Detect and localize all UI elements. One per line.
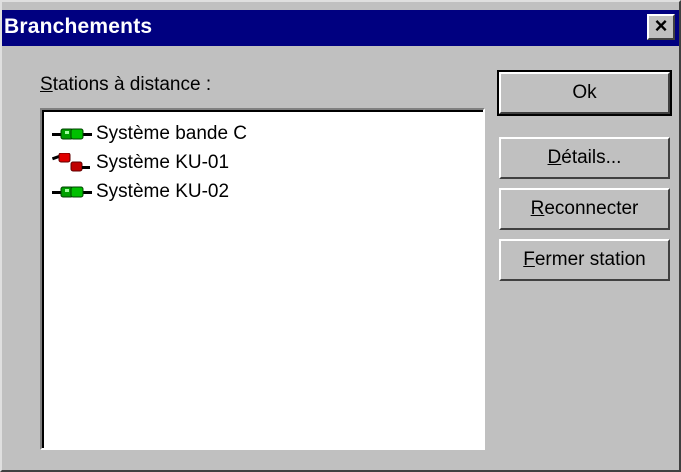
stations-list-label: Stations à distance :	[40, 74, 211, 96]
close-icon: ×	[654, 13, 668, 38]
label-mnemonic: S	[40, 74, 53, 95]
ok-button[interactable]: Ok	[497, 70, 672, 116]
details-button[interactable]: Détails...	[499, 137, 670, 179]
title-bar[interactable]: Branchements ×	[2, 10, 679, 46]
disconnected-plug-icon	[52, 153, 90, 172]
list-item[interactable]: Système KU-02	[52, 178, 432, 206]
close-station-mnemonic: F	[523, 249, 535, 270]
item-label: Système bande C	[96, 123, 248, 144]
close-station-button[interactable]: Fermer station	[499, 239, 670, 281]
window-title: Branchements	[4, 15, 153, 38]
list-item[interactable]: Système bande C	[52, 120, 432, 148]
label-rest: tations à distance :	[52, 74, 212, 95]
item-label: Système KU-01	[96, 152, 230, 173]
reconnect-rest: econnecter	[544, 198, 639, 219]
details-rest: étails...	[561, 147, 622, 168]
connected-plug-icon	[52, 186, 92, 198]
close-station-rest: ermer station	[534, 249, 646, 270]
reconnect-mnemonic: R	[530, 198, 545, 219]
dialog-window: Branchements × Stations à distance : Sys…	[0, 0, 681, 472]
listbox-frame: Système bande C Système KU-01 Système KU…	[42, 110, 483, 448]
list-item[interactable]: Système KU-01	[52, 149, 432, 177]
reconnect-button[interactable]: Reconnecter	[499, 188, 670, 230]
item-label: Système KU-02	[96, 181, 230, 202]
close-button[interactable]: ×	[647, 14, 675, 40]
details-mnemonic: D	[547, 147, 562, 168]
connected-plug-icon	[52, 128, 92, 140]
stations-listbox[interactable]: Système bande C Système KU-01 Système KU…	[40, 108, 485, 450]
